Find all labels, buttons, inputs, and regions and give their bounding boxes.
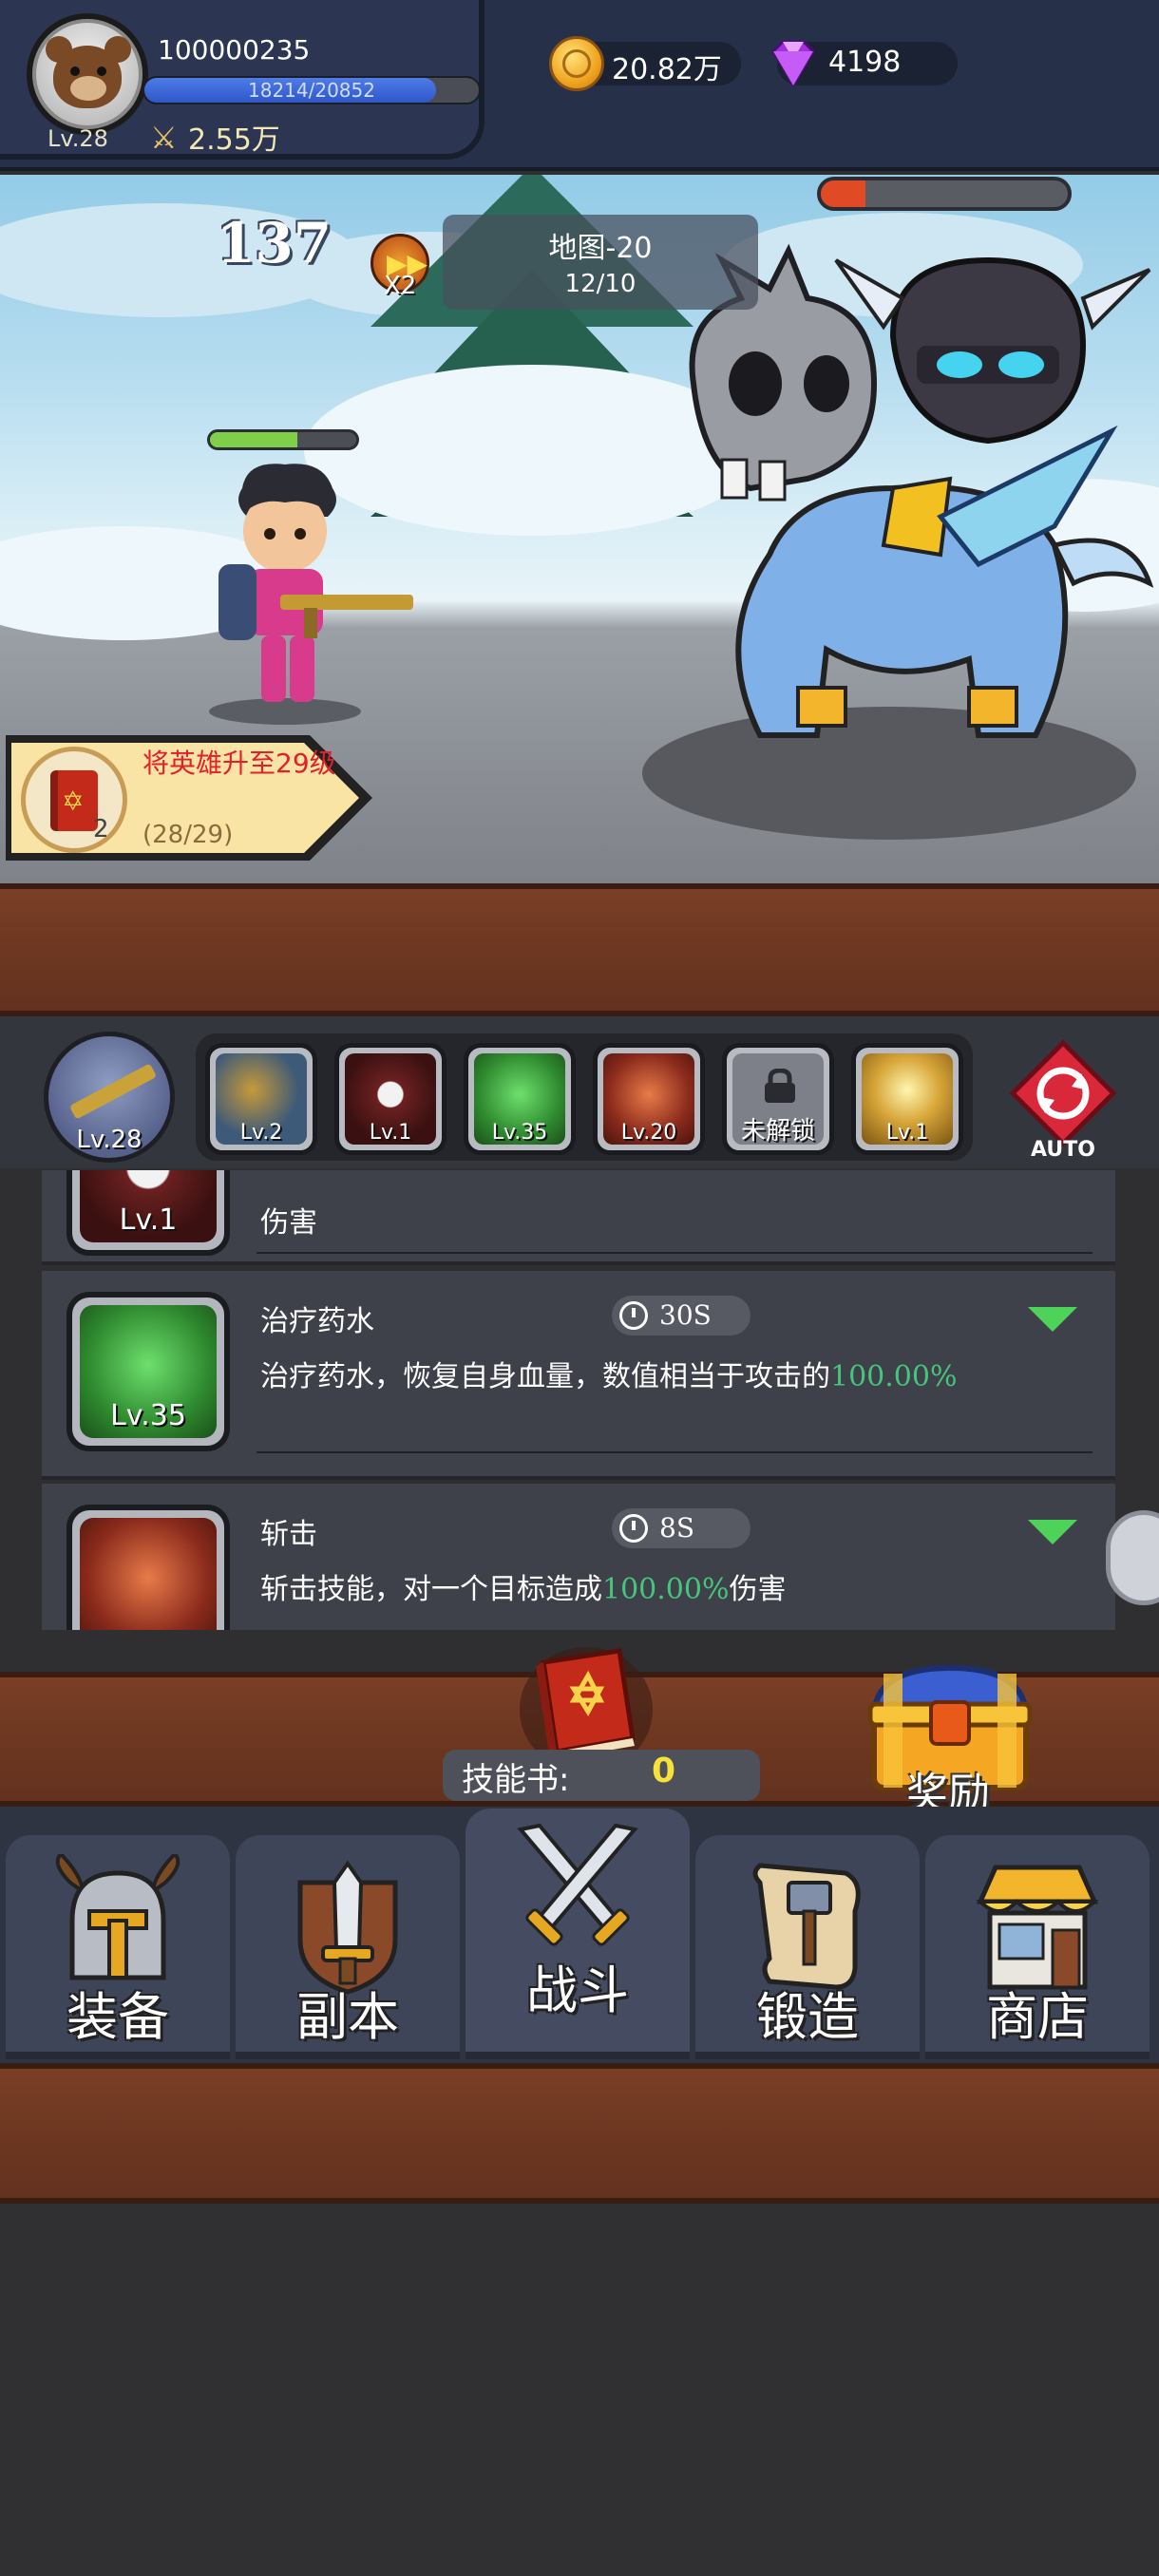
weapon-level: Lv.28 (76, 1126, 142, 1154)
nav-tab-label: 锻造 (756, 1987, 859, 2047)
crossed-swords-icon: ⚔ (150, 120, 178, 156)
weapon-slot[interactable]: Lv.28 (44, 1032, 175, 1163)
skill-slot-3[interactable]: Lv.35 (464, 1043, 576, 1155)
nav-tab-shop[interactable]: 商店 (925, 1835, 1150, 2059)
skill-card-heal-potion[interactable]: Lv.35 治疗药水 30S 治疗药水，恢复自身血量，数值相当于攻击的100.0… (42, 1271, 1115, 1480)
gold-coin-icon (549, 36, 604, 91)
hero-character (209, 464, 413, 725)
speed-label: X2 (384, 272, 417, 300)
skill-slot-level: Lv.1 (369, 1121, 412, 1145)
skill-book-reward-icon: ✡ (21, 747, 127, 853)
skill-card-icon (66, 1505, 230, 1630)
auto-label: AUTO (1031, 1138, 1095, 1162)
skill-card-level: Lv.1 (119, 1203, 178, 1237)
quest-title: 将英雄升至29级 (142, 748, 336, 779)
cooldown-text: 8S (659, 1512, 694, 1544)
player-avatar[interactable] (27, 13, 148, 135)
clock-icon (619, 1301, 648, 1330)
skill-slot-level: Lv.1 (885, 1121, 929, 1145)
skill-card-partial[interactable]: Lv.1 伤害 (42, 1170, 1115, 1265)
boss-character (689, 243, 1154, 738)
cooldown-pill: 30S (612, 1296, 750, 1335)
boss-health-fill (821, 180, 865, 207)
slash-skill-icon (80, 1518, 217, 1630)
quest-progress: (28/29) (142, 821, 234, 849)
skill-slot-level: Lv.35 (491, 1121, 548, 1145)
expand-arrow-icon[interactable] (1028, 1307, 1077, 1332)
xp-bar: 18214/20852 (142, 76, 481, 104)
skill-slot-4[interactable]: Lv.20 (593, 1043, 705, 1155)
side-menu-button[interactable] (1106, 1510, 1159, 1605)
skill-slot-1[interactable]: Lv.2 (205, 1043, 317, 1155)
skill-card-title: 斩击 (260, 1518, 317, 1551)
skill-list[interactable]: Lv.1 伤害 Lv.35 治疗药水 30S 治疗药水，恢复自身血量，数值相当于… (42, 1170, 1115, 1630)
wood-divider-top (0, 883, 1159, 1016)
skill-card-desc: 斩击技能，对一个目标造成100.00%伤害 (260, 1573, 787, 1606)
hero-health-fill (210, 432, 298, 447)
map-title: 地图-20 (548, 232, 653, 265)
skill-slot-6[interactable]: Lv.1 (851, 1043, 963, 1155)
nav-tab-battle[interactable]: 战斗 (466, 1809, 690, 2059)
nav-tab-dungeon[interactable]: 副本 (236, 1835, 460, 2059)
combat-power: 2.55万 (188, 123, 280, 157)
skill-card-desc: 治疗药水，恢复自身血量，数值相当于攻击的100.00% (260, 1360, 958, 1393)
nav-tab-equipment[interactable]: 装备 (6, 1835, 230, 2059)
purple-gem-icon (771, 40, 815, 88)
nav-tab-label: 装备 (66, 1987, 169, 2047)
bear-eye-right (97, 66, 106, 76)
skill-card-icon: Lv.35 (66, 1292, 230, 1451)
crossed-swords-icon (517, 1823, 638, 1946)
expand-arrow-icon[interactable] (1028, 1520, 1077, 1544)
skill-book-label: 技能书: (462, 1761, 570, 1799)
skill-card-icon: Lv.1 (66, 1170, 230, 1256)
bear-muzzle (70, 76, 106, 101)
skill-card-level: Lv.35 (110, 1399, 186, 1432)
gold-amount: 20.82万 (612, 53, 722, 86)
skill-card-slash[interactable]: 斩击 8S 斩击技能，对一个目标造成100.00%伤害 (42, 1484, 1115, 1630)
rifle-icon (68, 1063, 158, 1120)
player-id: 100000235 (158, 34, 311, 66)
wood-divider-bottom (0, 2063, 1159, 2204)
hero-health-bar (207, 429, 359, 450)
combo-counter: 137 (217, 211, 332, 275)
skill-slot-level: Lv.20 (620, 1121, 677, 1145)
nav-tab-label: 副本 (296, 1987, 399, 2047)
skill-slot-level: Lv.2 (239, 1121, 283, 1145)
skill-slot-2[interactable]: Lv.1 (334, 1043, 446, 1155)
nav-tab-label: 战斗 (526, 1960, 629, 2020)
nav-tab-forge[interactable]: 锻造 (695, 1835, 920, 2059)
locked-label: 未解锁 (740, 1117, 815, 1146)
clock-icon (619, 1514, 648, 1543)
skill-card-desc: 伤害 (260, 1206, 317, 1240)
bear-eye-left (70, 66, 80, 76)
skill-card-title: 治疗药水 (260, 1305, 374, 1338)
player-level: Lv.28 (48, 125, 108, 152)
skill-slot-locked[interactable]: 未解锁 (722, 1043, 834, 1155)
cooldown-text: 30S (659, 1299, 712, 1331)
quest-reward-count: 2 (93, 815, 109, 843)
gem-amount: 4198 (828, 46, 902, 79)
xp-text: 18214/20852 (248, 79, 375, 102)
cooldown-pill: 8S (612, 1508, 750, 1548)
auto-battle-button[interactable] (1009, 1039, 1117, 1147)
empty-area (0, 2204, 1159, 2576)
nav-tab-label: 商店 (986, 1987, 1089, 2047)
lock-icon (765, 1069, 795, 1103)
skill-book-count: 0 (652, 1752, 676, 1790)
boss-health-bar (817, 177, 1072, 211)
map-progress: 12/10 (564, 270, 636, 298)
